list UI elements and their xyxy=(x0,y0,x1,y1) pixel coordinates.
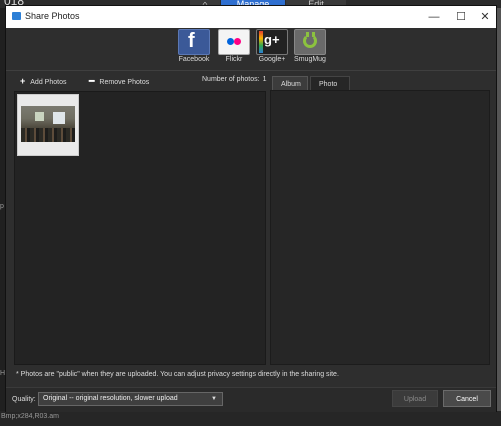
remove-photos-label: Remove Photos xyxy=(99,79,150,86)
background-bottom-text: Bmp;x284,R03.am xyxy=(1,413,59,420)
minimize-button[interactable]: — xyxy=(421,6,447,28)
smugmug-service-button[interactable]: SmugMug xyxy=(293,29,327,63)
close-button[interactable]: ✕ xyxy=(472,6,498,28)
background-right-strip xyxy=(497,8,501,426)
upload-button[interactable]: Upload xyxy=(392,390,438,407)
quality-label: Quality: xyxy=(12,396,36,403)
dialog-titlebar[interactable]: Share Photos — ☐ ✕ xyxy=(6,6,496,28)
photo-count-value: 1 xyxy=(262,76,267,83)
photo-list-panel[interactable] xyxy=(14,91,266,365)
facebook-service-button[interactable]: f Facebook xyxy=(177,29,211,63)
photo-count-label: Number of photos: xyxy=(202,76,260,83)
add-photos-label: Add Photos xyxy=(30,79,67,86)
cancel-button[interactable]: Cancel xyxy=(443,390,491,407)
background-bottom-strip: Bmp;x284,R03.am xyxy=(0,411,501,426)
photo-count: Number of photos: 1 xyxy=(202,76,267,83)
quality-select-value: Original -- original resolution, slower … xyxy=(43,395,178,402)
google-plus-service-button[interactable]: g+ Google+ xyxy=(255,29,289,63)
album-details-panel xyxy=(270,90,490,365)
plus-icon: + xyxy=(20,76,26,86)
photo-toolbar: + Add Photos ━ Remove Photos Number of pho… xyxy=(6,73,496,89)
facebook-icon: f xyxy=(178,29,210,55)
divider xyxy=(6,70,496,71)
thumbnail-image xyxy=(21,106,75,142)
smugmug-icon xyxy=(294,29,326,55)
remove-photos-button[interactable]: ━ Remove Photos xyxy=(89,76,149,87)
service-label: Facebook xyxy=(178,56,210,63)
service-label: SmugMug xyxy=(294,56,326,63)
background-side-text: p xyxy=(0,203,4,210)
service-label: Google+ xyxy=(258,56,286,63)
tab-album[interactable]: Album xyxy=(272,76,308,91)
minus-icon: ━ xyxy=(89,76,95,86)
google-plus-icon: g+ xyxy=(256,29,288,55)
share-app-icon xyxy=(12,12,21,20)
quality-select[interactable]: Original -- original resolution, slower … xyxy=(38,392,223,406)
maximize-button[interactable]: ☐ xyxy=(448,6,474,28)
dialog-footer: Quality: Original -- original resolution… xyxy=(6,387,496,412)
sharing-services-bar: f Facebook Flickr g+ Google+ SmugMug xyxy=(6,28,496,70)
share-photos-dialog: Share Photos — ☐ ✕ f Facebook Flickr g+ … xyxy=(5,5,497,412)
service-label: Flickr xyxy=(225,56,243,63)
tab-photo[interactable]: Photo xyxy=(310,76,350,91)
flickr-icon xyxy=(218,29,250,55)
chevron-down-icon: ▼ xyxy=(211,396,217,402)
privacy-note: * Photos are "public" when they are uplo… xyxy=(16,371,339,378)
add-photos-button[interactable]: + Add Photos xyxy=(20,76,66,86)
photo-thumbnail[interactable] xyxy=(17,94,79,156)
dialog-title: Share Photos xyxy=(25,11,80,21)
flickr-service-button[interactable]: Flickr xyxy=(217,29,251,63)
